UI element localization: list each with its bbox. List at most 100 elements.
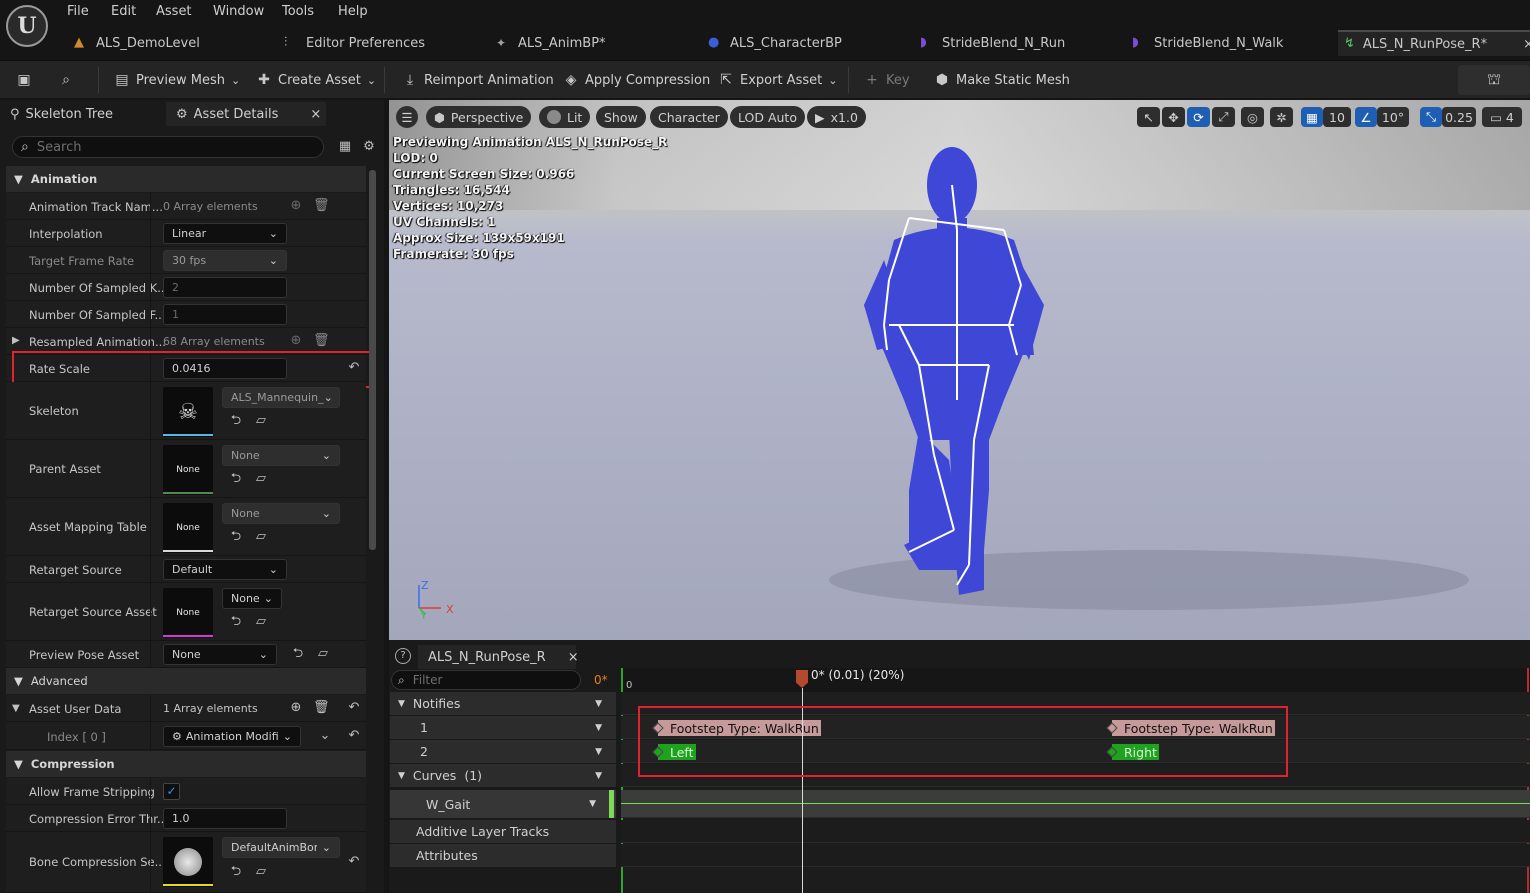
- menu-help[interactable]: Help: [338, 4, 368, 20]
- add-element-icon[interactable]: ⊕: [288, 700, 304, 716]
- expand-arrow-icon[interactable]: ▶: [12, 335, 20, 346]
- add-element-icon[interactable]: ⊕: [288, 333, 304, 349]
- track-options-icon[interactable]: ▼: [595, 699, 602, 709]
- attributes-track[interactable]: Attributes: [390, 844, 616, 867]
- curves-track-header[interactable]: ▼ Curves (1) ▼: [390, 764, 616, 787]
- save-button[interactable]: ▣: [16, 70, 32, 90]
- tab-skeleton-tree[interactable]: ⚲ Skeleton Tree: [0, 102, 165, 126]
- browse-folder-icon[interactable]: ▱: [253, 529, 269, 545]
- menu-asset[interactable]: Asset: [156, 4, 192, 20]
- browse-button[interactable]: ⌕: [58, 70, 74, 90]
- tab-als-characterbp[interactable]: ● ALS_CharacterBP: [702, 30, 902, 56]
- camera-speed-button[interactable]: ▭ 4: [1482, 107, 1522, 127]
- create-asset-button[interactable]: ✚ Create Asset ⌄: [256, 70, 376, 90]
- select-tool-icon[interactable]: ↖: [1137, 107, 1160, 127]
- track-options-icon[interactable]: ▼: [595, 771, 602, 781]
- reimport-animation-button[interactable]: ⤓ Reimport Animation: [402, 70, 554, 90]
- perspective-button[interactable]: ⬢ Perspective: [426, 106, 532, 128]
- skeleton-picker[interactable]: ALS_Mannequin_ ⌄: [222, 387, 340, 408]
- add-element-icon[interactable]: ⊕: [288, 198, 304, 214]
- tab-als-animbp[interactable]: ✦ ALS_AnimBP*: [490, 30, 690, 56]
- surface-snap-icon[interactable]: ✲: [1270, 107, 1293, 127]
- notify-track-2[interactable]: 2 ▼: [390, 740, 616, 763]
- curve-lane-w-gait[interactable]: [621, 790, 1530, 818]
- additive-layer-tracks[interactable]: Additive Layer Tracks: [390, 820, 616, 843]
- frame-stripping-checkbox[interactable]: ✓: [163, 783, 180, 800]
- use-selected-icon[interactable]: ⮌: [228, 471, 244, 487]
- coordinate-system-icon[interactable]: ◎: [1241, 107, 1264, 127]
- grid-snap-icon[interactable]: ▦: [1301, 107, 1323, 127]
- preview-mesh-button[interactable]: ▤ Preview Mesh ⌄: [114, 70, 240, 90]
- playback-speed-button[interactable]: ▶ x1.0: [807, 106, 866, 128]
- parent-asset-thumbnail[interactable]: None: [163, 445, 213, 495]
- use-selected-icon[interactable]: ⮌: [228, 864, 244, 880]
- menu-window[interactable]: Window: [213, 4, 264, 20]
- reset-to-default-icon[interactable]: ↶: [346, 700, 362, 716]
- browse-folder-icon[interactable]: ▱: [253, 471, 269, 487]
- track-options-icon[interactable]: ▼: [595, 747, 602, 757]
- lod-button[interactable]: LOD Auto: [730, 106, 805, 128]
- scale-snap-icon[interactable]: ⤡: [1420, 107, 1442, 127]
- unreal-logo-icon[interactable]: U: [6, 5, 48, 47]
- hierarchy-button[interactable]: ⛫: [1458, 65, 1530, 95]
- retarget-source-dropdown[interactable]: Default ⌄: [163, 559, 287, 580]
- tab-als-n-runpose-r[interactable]: ↯ ALS_N_RunPose_R* ×: [1338, 30, 1530, 56]
- angle-snap-value[interactable]: 10°: [1377, 107, 1409, 127]
- close-tab-icon[interactable]: ×: [568, 650, 579, 665]
- angle-snap-icon[interactable]: ∠: [1355, 107, 1377, 127]
- collapse-arrow-icon[interactable]: ▼: [12, 703, 20, 714]
- search-input[interactable]: ⌕ Search: [12, 136, 324, 158]
- browse-folder-icon[interactable]: ▱: [315, 646, 331, 662]
- track-options-icon[interactable]: ▼: [595, 723, 602, 733]
- lit-button[interactable]: Lit: [539, 106, 591, 128]
- menu-edit[interactable]: Edit: [111, 4, 136, 20]
- notifies-track-header[interactable]: ▼ Notifies ▼: [390, 692, 616, 715]
- delete-icon[interactable]: 🗑: [313, 700, 330, 716]
- error-threshold-field[interactable]: 1.0: [163, 808, 287, 829]
- parent-asset-picker[interactable]: None ⌄: [222, 445, 340, 466]
- close-tab-icon[interactable]: ×: [310, 107, 321, 122]
- viewport-menu-button[interactable]: ☰: [396, 106, 418, 128]
- grid-snap-value[interactable]: 10: [1323, 107, 1351, 127]
- use-selected-icon[interactable]: ⮌: [290, 646, 306, 662]
- track-filter-input[interactable]: ⌕ Filter: [391, 670, 581, 690]
- sampled-keys-field[interactable]: 2: [163, 277, 287, 298]
- reset-to-default-icon[interactable]: ↶: [346, 854, 362, 870]
- table-view-icon[interactable]: ▦: [337, 139, 353, 155]
- bone-compression-picker[interactable]: DefaultAnimBone ⌄: [222, 837, 340, 858]
- settings-gear-icon[interactable]: ⚙: [361, 139, 377, 155]
- close-tab-icon[interactable]: ×: [1523, 37, 1530, 52]
- notify-track-1[interactable]: 1 ▼: [390, 716, 616, 739]
- apply-compression-button[interactable]: ◈ Apply Compression: [563, 70, 711, 90]
- sampled-frames-field[interactable]: 1: [163, 304, 287, 325]
- show-button[interactable]: Show: [596, 106, 646, 128]
- category-compression[interactable]: ▼ Compression: [6, 751, 366, 777]
- use-selected-icon[interactable]: ⮌: [228, 614, 244, 630]
- tab-als-demolevel[interactable]: ▲ ALS_DemoLevel: [68, 30, 268, 56]
- track-options-icon[interactable]: ▼: [589, 799, 596, 809]
- scale-tool-icon[interactable]: ⤢: [1212, 107, 1235, 127]
- tab-asset-details[interactable]: ⚙ Asset Details ×: [166, 102, 326, 126]
- menu-file[interactable]: File: [67, 4, 89, 20]
- skeleton-thumbnail[interactable]: ☠: [163, 387, 213, 437]
- reset-to-default-icon[interactable]: ↶: [346, 728, 362, 744]
- retarget-source-asset-picker[interactable]: None ⌄: [222, 588, 282, 609]
- tab-editor-preferences[interactable]: ⫶ Editor Preferences: [278, 30, 478, 56]
- tab-strideblend-n-run[interactable]: ◗ StrideBlend_N_Run: [914, 30, 1114, 56]
- scale-snap-value[interactable]: 0.25: [1442, 107, 1476, 127]
- user-data-class-dropdown[interactable]: ⚙ Animation Modifi ⌄: [163, 726, 301, 747]
- character-button[interactable]: Character: [650, 106, 728, 128]
- details-scrollbar[interactable]: [369, 170, 376, 550]
- delete-icon[interactable]: 🗑: [313, 198, 330, 214]
- tab-strideblend-n-walk[interactable]: ◗ StrideBlend_N_Walk: [1126, 30, 1326, 56]
- key-button[interactable]: + Key: [864, 70, 909, 90]
- browse-folder-icon[interactable]: ▱: [253, 614, 269, 630]
- rotate-tool-icon[interactable]: ⟳: [1187, 107, 1210, 127]
- use-selected-icon[interactable]: ⮌: [228, 529, 244, 545]
- tab-sequence-timeline[interactable]: ALS_N_RunPose_R ×: [418, 645, 579, 669]
- mapping-table-thumbnail[interactable]: None: [163, 503, 213, 553]
- interpolation-dropdown[interactable]: Linear ⌄: [163, 223, 287, 244]
- curve-w-gait[interactable]: W_Gait ▼: [390, 790, 616, 818]
- make-static-mesh-button[interactable]: ⬢ Make Static Mesh: [934, 70, 1070, 90]
- delete-icon[interactable]: 🗑: [313, 333, 330, 349]
